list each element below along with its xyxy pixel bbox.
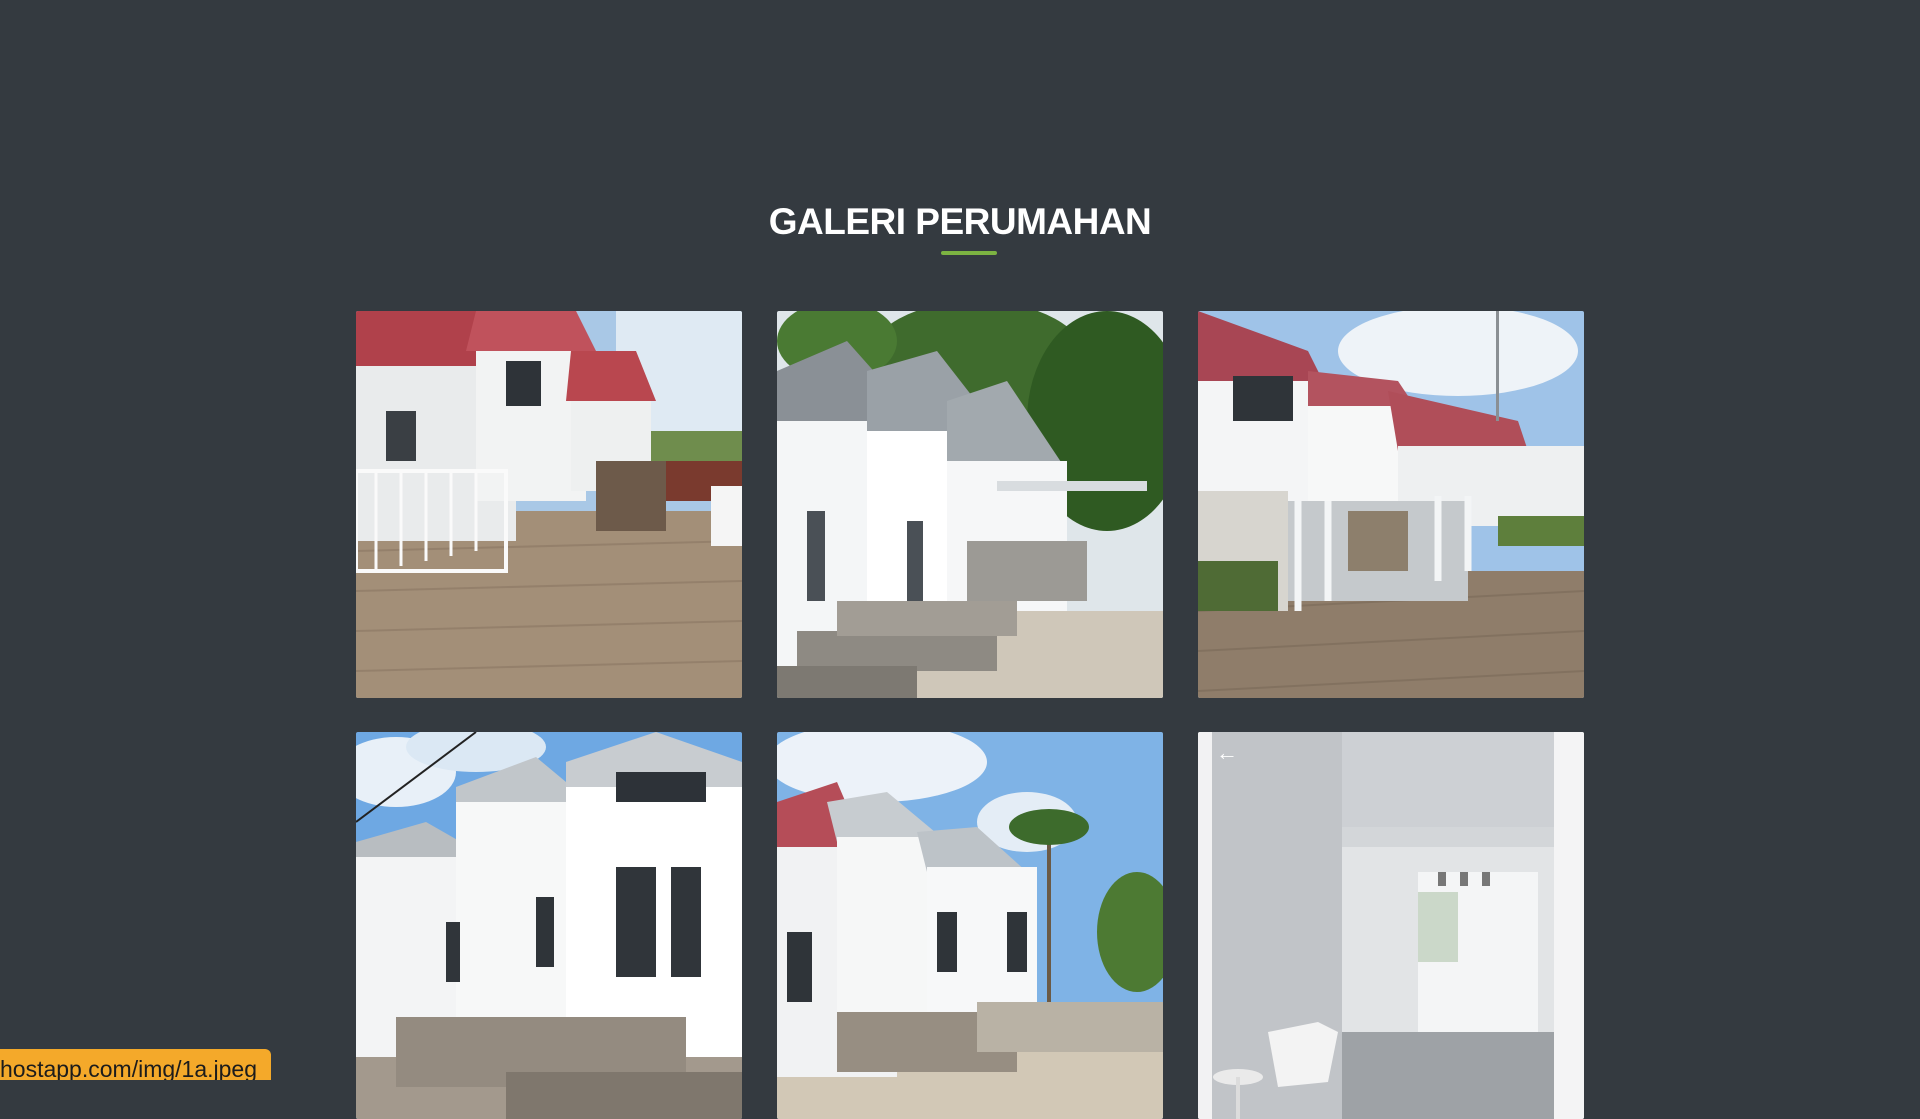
gallery-image-1[interactable] xyxy=(356,311,742,698)
back-arrow-icon[interactable]: ← xyxy=(1216,742,1238,764)
house-photo-3 xyxy=(1198,311,1584,698)
house-photo-6 xyxy=(1198,732,1584,1119)
status-bar-url: hostapp.com/img/1a.jpeg xyxy=(0,1049,271,1080)
gallery-image-2[interactable] xyxy=(777,311,1163,698)
gallery-image-5[interactable] xyxy=(777,732,1163,1119)
gallery-image-3[interactable] xyxy=(1198,311,1584,698)
title-underline xyxy=(941,251,997,255)
house-photo-2 xyxy=(777,311,1163,698)
house-photo-1 xyxy=(356,311,742,698)
house-photo-4 xyxy=(356,732,742,1119)
gallery-section: GALERI PERUMAHAN ← hostapp.com/img/1a.jp… xyxy=(0,0,1920,1119)
gallery-image-4[interactable] xyxy=(356,732,742,1119)
gallery-image-6[interactable]: ← xyxy=(1198,732,1584,1119)
gallery-title: GALERI PERUMAHAN xyxy=(768,201,1152,242)
house-photo-5 xyxy=(777,732,1163,1119)
